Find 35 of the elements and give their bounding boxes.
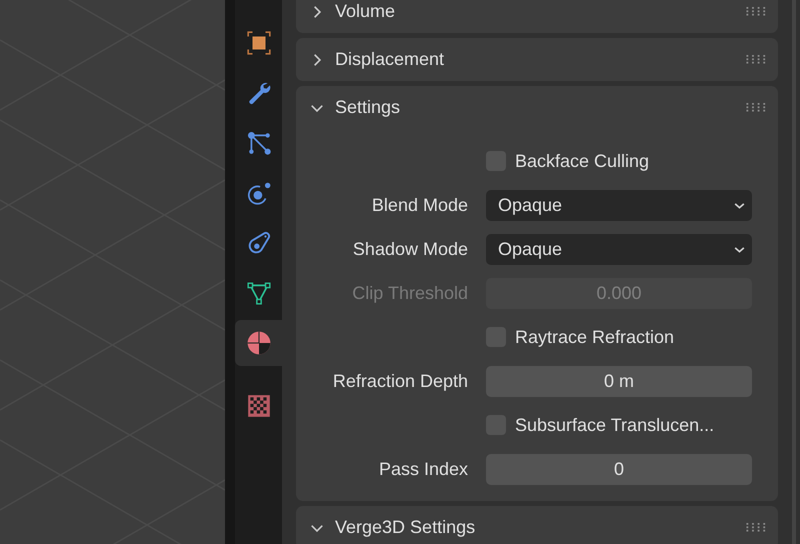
panel-header[interactable]: Settings <box>296 86 778 129</box>
number-field[interactable]: 0 m <box>486 366 752 396</box>
drag-handle-icon <box>746 55 766 64</box>
checkbox-label: Raytrace Refraction <box>515 326 674 348</box>
panel-header[interactable]: Displacement <box>296 38 778 81</box>
nodes-icon <box>246 130 272 156</box>
drag-handle-icon <box>746 103 766 112</box>
orbit-icon <box>246 180 272 206</box>
panel-title: Settings <box>335 97 402 118</box>
dropdown[interactable]: Opaque <box>486 234 752 264</box>
triangle-vertices-icon <box>246 280 272 306</box>
checkbox-label: Subsurface Translucen... <box>515 414 714 436</box>
object-square-icon <box>246 30 272 56</box>
panel-title: Displacement <box>335 49 446 70</box>
panel-header[interactable]: Verge3D Settings <box>296 506 778 544</box>
link-icon <box>246 230 272 256</box>
checkbox-label: Backface Culling <box>515 150 650 172</box>
field-label: Shadow Mode <box>352 238 469 260</box>
checkerboard-icon <box>246 392 272 418</box>
field-label: Refraction Depth <box>332 370 469 392</box>
drag-handle-icon <box>746 7 766 16</box>
field-label: Blend Mode <box>370 194 469 216</box>
sphere-icon <box>246 330 272 356</box>
checkbox[interactable] <box>486 415 506 435</box>
properties-tab[interactable] <box>235 320 282 366</box>
checkbox[interactable] <box>486 327 506 347</box>
dropdown[interactable]: Opaque <box>486 190 752 220</box>
field-label: Clip Threshold <box>351 282 469 304</box>
drag-handle-icon <box>746 523 766 532</box>
panel-title: Verge3D Settings <box>335 517 476 538</box>
checkbox[interactable] <box>486 151 506 171</box>
panel-title: Volume <box>335 1 396 22</box>
field-label: Pass Index <box>378 458 469 480</box>
number-field[interactable]: 0 <box>486 454 752 484</box>
panel-header[interactable]: Volume <box>296 0 778 33</box>
